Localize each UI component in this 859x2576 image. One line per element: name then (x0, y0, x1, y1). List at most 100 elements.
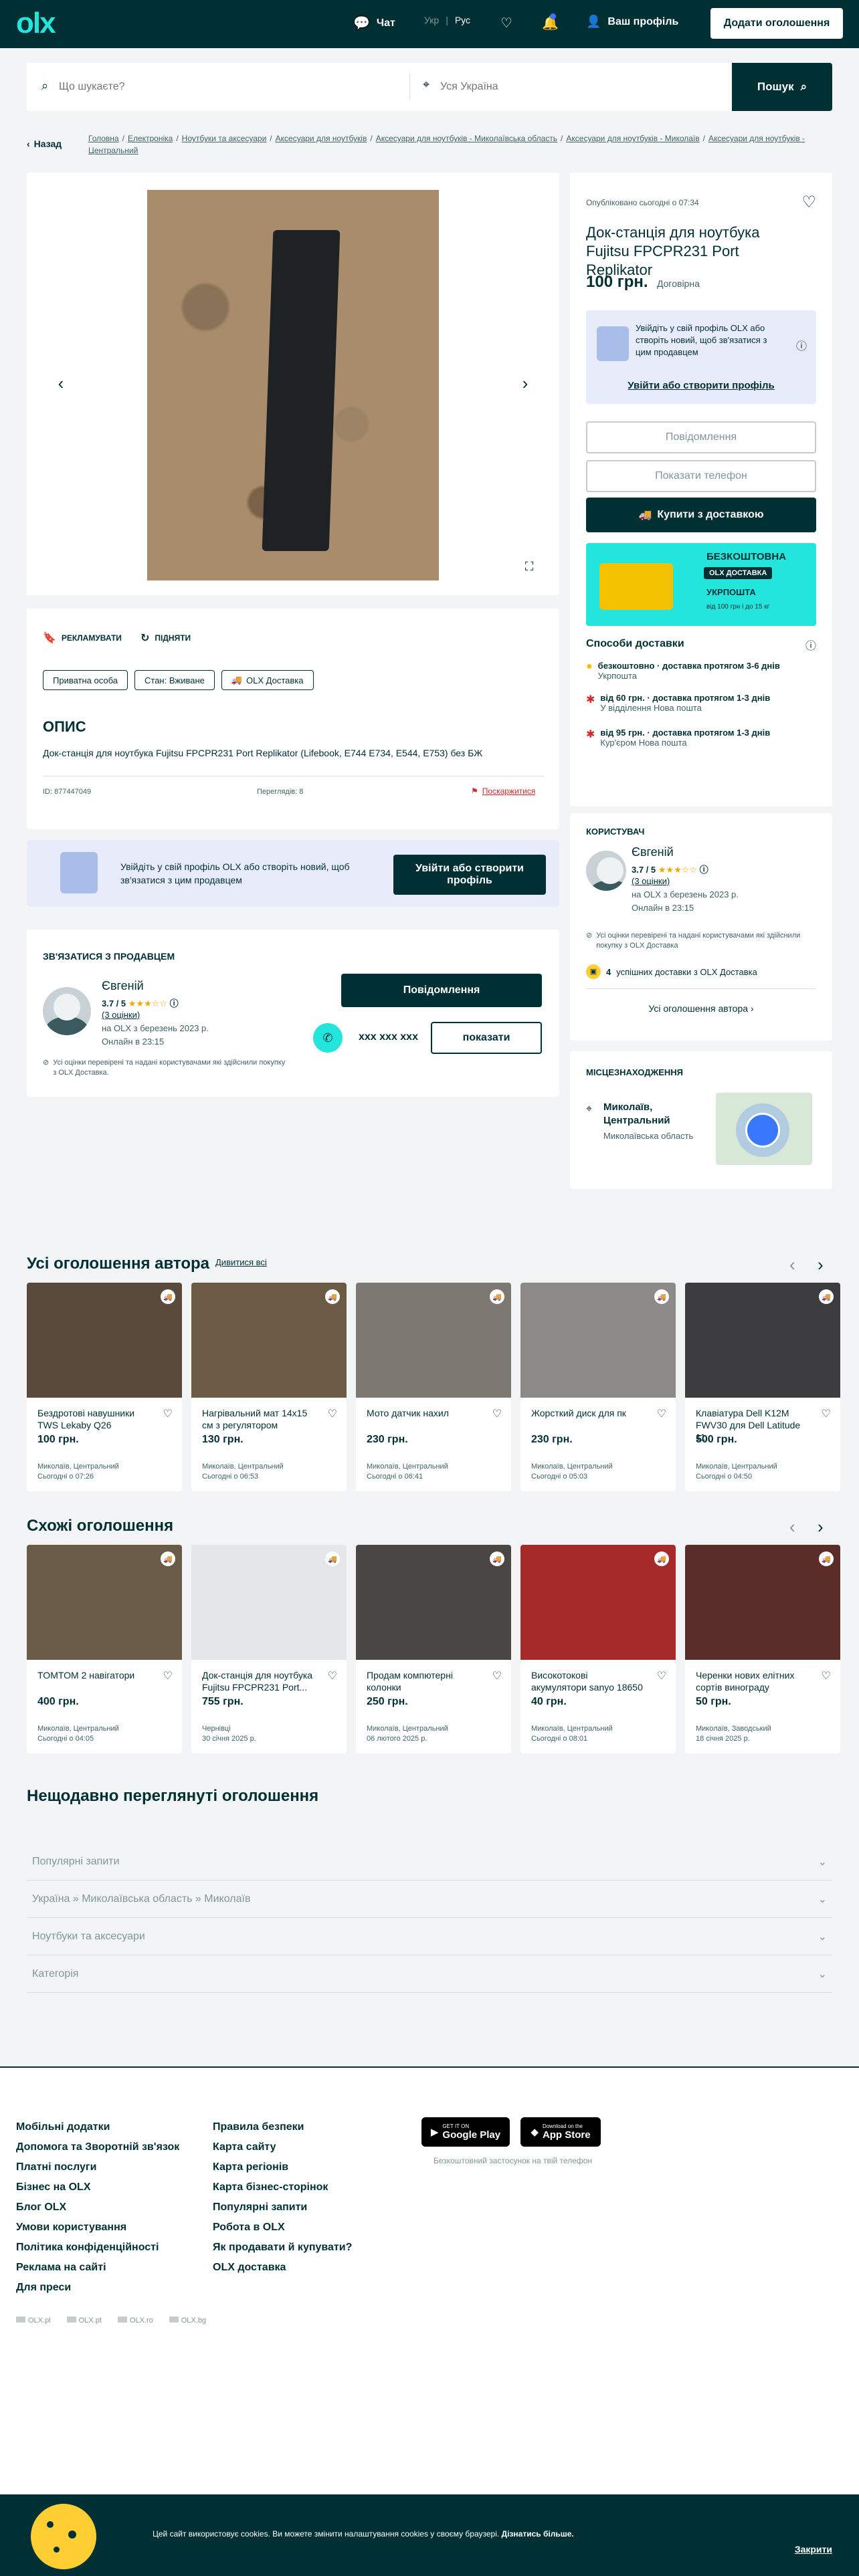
listing-card[interactable]: 🚚 Док-станція для ноутбука Fujitsu FPCPR2… (191, 1545, 347, 1753)
footer-link[interactable]: Умови користування (16, 2218, 179, 2238)
favorite-heart-icon[interactable]: ♡ (328, 1407, 337, 1420)
carousel-next-icon[interactable]: › (818, 1517, 824, 1537)
seller-name[interactable]: Євгеній (102, 979, 144, 993)
site-link[interactable]: OLX.pt (66, 2317, 102, 2325)
listing-card[interactable]: 🚚 Високотокові акумулятори sanyo 18650 ♡ 40… (520, 1545, 676, 1753)
listing-card[interactable]: 🚚 Продам компютерні колонки ♡ 250 грн. Микол… (356, 1545, 511, 1753)
accordion-popular[interactable]: Популярні запити ⌄ (27, 1843, 832, 1881)
listing-card[interactable]: 🚚 Черенки нових елітних сортів винограду ♡… (685, 1545, 840, 1753)
favorite-heart-icon[interactable]: ♡ (163, 1407, 173, 1420)
post-ad-button[interactable]: Додати оголошення (710, 8, 843, 39)
carousel-next-icon[interactable]: › (818, 1255, 824, 1275)
breadcrumb-item[interactable]: Аксесуари для ноутбуків - Миколаївська о… (376, 134, 557, 143)
show-phone-button[interactable]: показати (431, 1022, 542, 1054)
seller-reviews-link[interactable]: (3 оцінки) (102, 1010, 140, 1020)
info-icon[interactable]: ⓘ (700, 865, 708, 875)
back-link[interactable]: ‹ Назад (27, 138, 62, 150)
listing-card[interactable]: 🚚 Бездротові навушники TWS Lekaby Q26 ♡ 100… (27, 1283, 182, 1491)
report-link[interactable]: ⚑ Поскаржитися (471, 786, 535, 796)
prev-photo-arrow-icon[interactable]: ‹ (51, 373, 71, 393)
main-photo[interactable] (147, 190, 439, 580)
footer-link[interactable]: Реклама на сайті (16, 2258, 179, 2278)
favorite-heart-icon[interactable]: ♡ (801, 193, 816, 212)
map-thumbnail[interactable] (716, 1093, 812, 1165)
info-icon[interactable]: ⓘ (170, 998, 179, 1008)
footer-link[interactable]: Бізнес на OLX (16, 2177, 179, 2197)
favorite-heart-icon[interactable]: ♡ (492, 1669, 502, 1683)
search-button[interactable]: Пошук ⌕ (732, 63, 832, 111)
favorite-heart-icon[interactable]: ♡ (163, 1669, 173, 1683)
listing-card[interactable]: 🚚 Нагрівальний мат 14х15 см з регулятором… (191, 1283, 347, 1491)
info-icon[interactable]: ⓘ (805, 637, 816, 653)
side-message-button[interactable]: Повідомлення (586, 421, 816, 453)
listing-card[interactable]: 🚚 TOMTOM 2 навігатори ♡ 400 грн. Миколаїв, Ц… (27, 1545, 182, 1753)
breadcrumb-item[interactable]: Аксесуари для ноутбуків (276, 134, 367, 143)
carousel-prev-icon[interactable]: ‹ (789, 1255, 795, 1275)
user-reviews-link[interactable]: (3 оцінки) (632, 876, 670, 886)
cookie-close-button[interactable]: Закрити (795, 2544, 832, 2555)
footer-link[interactable]: Політика конфіденційності (16, 2238, 179, 2258)
footer-link[interactable]: Платні послуги (16, 2157, 179, 2177)
contact-message-button[interactable]: Повідомлення (341, 974, 542, 1007)
footer-link[interactable]: Популярні запити (213, 2197, 352, 2218)
site-link[interactable]: OLX.bg (169, 2317, 206, 2325)
buy-with-delivery-button[interactable]: 🚚 Купити з доставкою (586, 498, 816, 532)
favorite-heart-icon[interactable]: ♡ (822, 1669, 831, 1683)
chat-link[interactable]: 💬 Чат (353, 15, 395, 31)
footer-link[interactable]: Карта регіонів (213, 2157, 352, 2177)
accordion-category[interactable]: Категорія ⌄ (27, 1955, 832, 1993)
next-photo-arrow-icon[interactable]: › (515, 373, 535, 393)
info-icon[interactable]: ⓘ (796, 337, 807, 353)
site-link[interactable]: OLX.ro (117, 2317, 153, 2325)
delivery-promo-banner[interactable]: БЕЗКОШТОВНА OLX ДОСТАВКА УКРПОШТА від 10… (586, 543, 816, 626)
listing-card[interactable]: 🚚 Клавіатура Dell K12M FWV30 для Dell Lat… (685, 1283, 840, 1491)
listing-photo (27, 1545, 182, 1660)
google-play-button[interactable]: ▶ GET IT ON Google Play (421, 2117, 510, 2147)
footer-link[interactable]: Для преси (16, 2278, 179, 2298)
listing-card[interactable]: 🚚 Мото датчик нахил ♡ 230 грн. Миколаїв, Цен… (356, 1283, 511, 1491)
cookie-learn-more-link[interactable]: Дізнатись більше. (502, 2529, 574, 2539)
all-author-ads-link[interactable]: Усі оголошення автора › (570, 1003, 832, 1014)
app-store-button[interactable]: ◆ Download on the App Store (520, 2117, 601, 2147)
footer-link[interactable]: Мобільні додатки (16, 2117, 179, 2137)
lang-rus[interactable]: Рус (455, 15, 470, 25)
notifications-bell-icon[interactable]: 🔔 (542, 13, 559, 31)
language-switch[interactable]: Укр | Рус (424, 15, 470, 25)
accordion-category-path[interactable]: Ноутбуки та аксесуари ⌄ (27, 1918, 832, 1955)
accordion-location[interactable]: Україна » Миколаївська область » Миколаї… (27, 1881, 832, 1918)
raise-button[interactable]: ↻ ПІДНЯТИ (140, 631, 191, 645)
footer-link[interactable]: Допомога та Зворотній зв'язок (16, 2137, 179, 2157)
search-input[interactable] (59, 75, 407, 99)
see-all-link[interactable]: Дивитися всі (215, 1257, 267, 1267)
listing-card[interactable]: 🚚 Жорсткий диск для пк ♡ 230 грн. Миколаїв, … (520, 1283, 676, 1491)
side-login-link[interactable]: Увійти або створити профіль (586, 380, 816, 391)
footer-link[interactable]: Як продавати й купувати? (213, 2238, 352, 2258)
footer-link[interactable]: Правила безпеки (213, 2117, 352, 2137)
olx-logo[interactable]: olx (16, 7, 56, 39)
footer-link[interactable]: Карта бізнес-сторінок (213, 2177, 352, 2197)
favorite-heart-icon[interactable]: ♡ (822, 1407, 831, 1420)
breadcrumb-item[interactable]: Ноутбуки та аксесуари (182, 134, 267, 143)
site-link[interactable]: OLX.pl (16, 2317, 51, 2325)
favorite-heart-icon[interactable]: ♡ (492, 1407, 502, 1420)
footer-link[interactable]: OLX доставка (213, 2258, 352, 2278)
favorite-heart-icon[interactable]: ♡ (657, 1407, 666, 1420)
carousel-prev-icon[interactable]: ‹ (789, 1517, 795, 1537)
breadcrumb-item[interactable]: Аксесуари для ноутбуків - Миколаїв (566, 134, 699, 143)
breadcrumb-item[interactable]: Головна (88, 134, 119, 143)
promote-button[interactable]: 🔖 РЕКЛАМУВАТИ (43, 631, 122, 645)
footer-link[interactable]: Робота в OLX (213, 2218, 352, 2238)
favorite-heart-icon[interactable]: ♡ (657, 1669, 666, 1683)
fullscreen-icon[interactable]: ⛶ (519, 556, 539, 576)
footer-link[interactable]: Карта сайту (213, 2137, 352, 2157)
lang-ukr[interactable]: Укр (424, 15, 439, 25)
user-name[interactable]: Євгеній (632, 845, 674, 859)
favorite-heart-icon[interactable]: ♡ (328, 1669, 337, 1683)
profile-link[interactable]: 👤 Ваш профіль (586, 15, 678, 29)
location-input[interactable] (440, 75, 708, 99)
login-banner-button[interactable]: Увійти або створити профіль (393, 855, 546, 895)
breadcrumb-item[interactable]: Електроніка (128, 134, 173, 143)
favorites-heart-icon[interactable]: ♡ (500, 15, 512, 31)
side-phone-button[interactable]: Показати телефон (586, 460, 816, 492)
footer-link[interactable]: Блог OLX (16, 2197, 179, 2218)
